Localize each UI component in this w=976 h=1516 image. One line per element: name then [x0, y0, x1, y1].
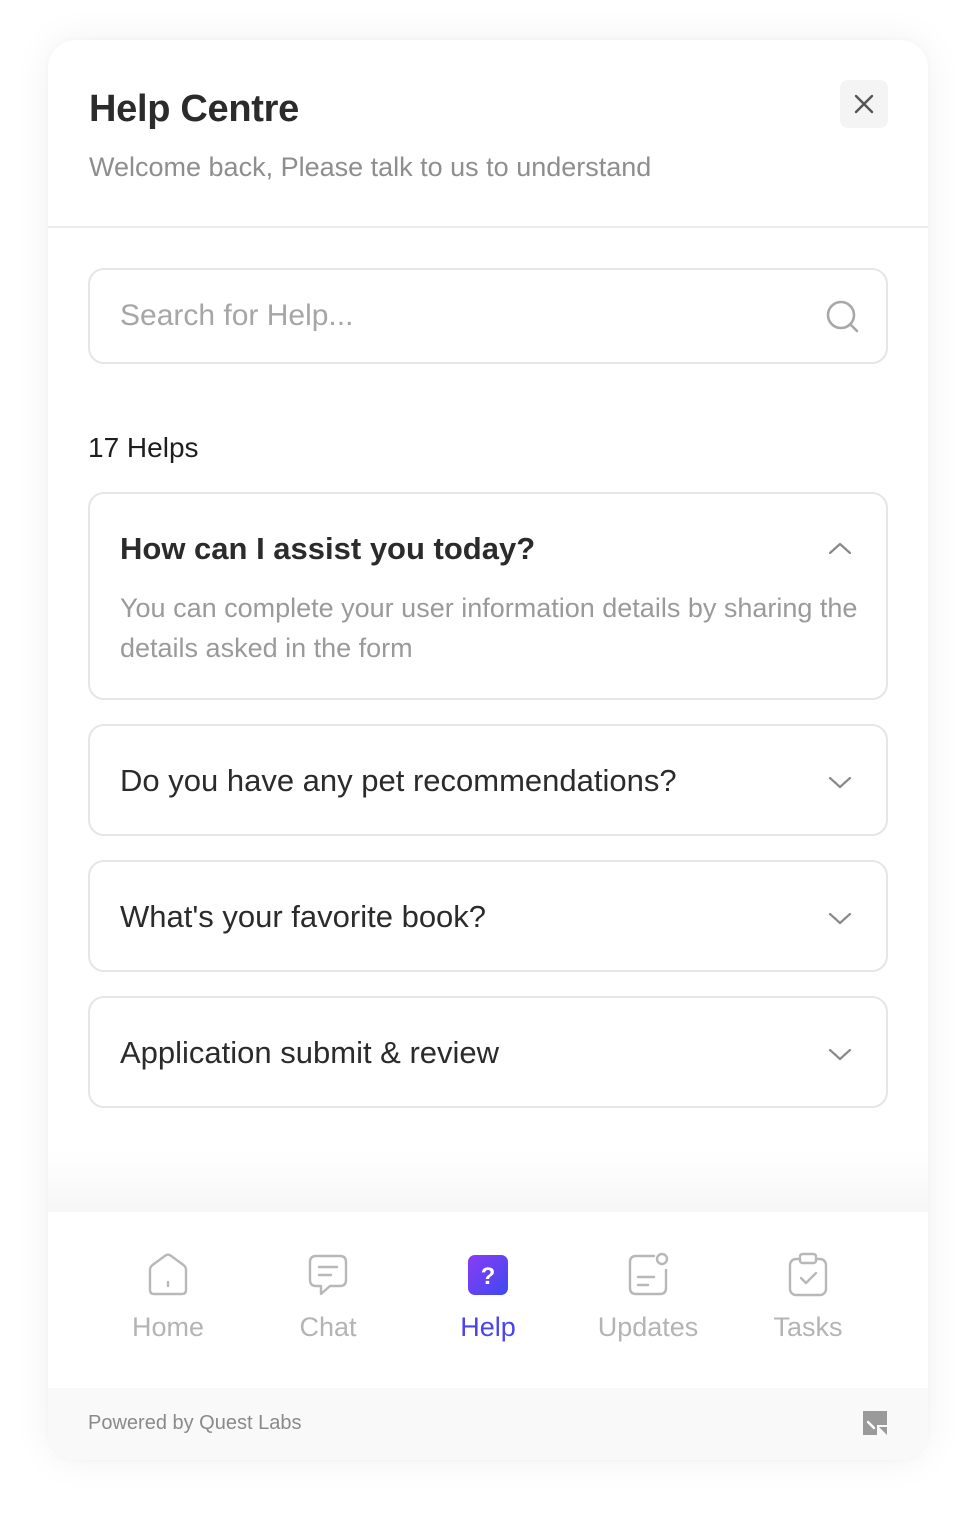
chevron-down-icon[interactable] [826, 1040, 854, 1068]
svg-text:?: ? [481, 1263, 496, 1290]
faq-item-application[interactable]: Application submit & review [88, 996, 888, 1108]
powered-by-text: Powered by Quest Labs [88, 1412, 302, 1434]
chevron-up-icon[interactable] [826, 535, 854, 563]
nav-item-chat[interactable]: Chat [248, 1212, 408, 1388]
chevron-down-icon[interactable] [826, 904, 854, 932]
nav-label-tasks: Tasks [773, 1312, 843, 1342]
faq-item-pets[interactable]: Do you have any pet recommendations? [88, 724, 888, 836]
nav-label-chat: Chat [299, 1312, 357, 1342]
nav-divider-shadow [48, 1150, 928, 1212]
home-icon [148, 1253, 188, 1296]
header: Help Centre Welcome back, Please talk to… [48, 40, 928, 228]
faq-question: Application submit & review [120, 1035, 500, 1070]
search-input[interactable] [120, 290, 800, 342]
close-icon [854, 94, 874, 114]
footer: Powered by Quest Labs [48, 1388, 928, 1460]
faq-item-assist[interactable]: How can I assist you today? You can comp… [88, 492, 888, 700]
page-title: Help Centre [89, 88, 299, 130]
page-subtitle: Welcome back, Please talk to us to under… [89, 152, 652, 182]
tasks-icon [788, 1252, 828, 1297]
help-icon: ? [468, 1255, 508, 1295]
helps-count: 17 Helps [88, 432, 199, 463]
nav-label-updates: Updates [597, 1312, 699, 1342]
help-centre-panel: Help Centre Welcome back, Please talk to… [48, 40, 928, 1460]
close-button[interactable] [840, 80, 888, 128]
nav-item-help[interactable]: ? Help [408, 1212, 568, 1388]
chat-icon [308, 1254, 348, 1296]
nav-item-home[interactable]: Home [88, 1212, 248, 1388]
updates-icon [628, 1252, 669, 1296]
faq-question: How can I assist you today? [120, 531, 536, 566]
faq-item-book[interactable]: What's your favorite book? [88, 860, 888, 972]
search-box [88, 268, 888, 364]
nav-label-home: Home [131, 1312, 205, 1342]
search-icon[interactable] [824, 298, 862, 336]
faq-question: What's your favorite book? [120, 899, 487, 934]
faq-answer: You can complete your user information d… [120, 593, 858, 663]
nav-item-updates[interactable]: Updates [568, 1212, 728, 1388]
bottom-nav: Home Chat ? Help Updates Tasks [48, 1212, 928, 1388]
nav-label-help: Help [460, 1312, 516, 1342]
nav-item-tasks[interactable]: Tasks [728, 1212, 888, 1388]
chevron-down-icon[interactable] [826, 768, 854, 796]
quest-labs-logo-icon [863, 1411, 887, 1435]
faq-question: Do you have any pet recommendations? [120, 763, 677, 798]
